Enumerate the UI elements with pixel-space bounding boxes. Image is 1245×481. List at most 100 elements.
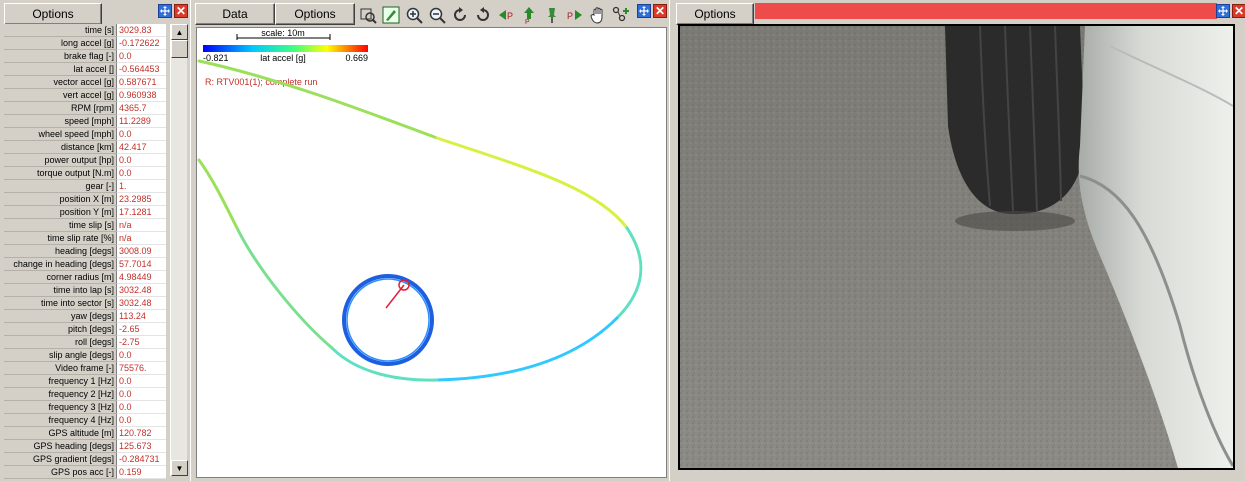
channel-row[interactable]: time [s] 3029.83 bbox=[4, 24, 166, 37]
channel-label: pitch [degs] bbox=[4, 323, 116, 336]
pin-icon[interactable] bbox=[542, 5, 562, 25]
channel-value: 0.960938 bbox=[116, 89, 166, 102]
zoom-box-icon[interactable] bbox=[358, 5, 378, 25]
channel-value: 0.0 bbox=[116, 167, 166, 180]
channel-label: roll [degs] bbox=[4, 336, 116, 349]
video-position-bar[interactable] bbox=[755, 3, 1217, 19]
zoom-in-icon[interactable] bbox=[404, 5, 424, 25]
move-icon bbox=[639, 6, 649, 16]
channel-scrollbar[interactable]: ▲ ▼ bbox=[170, 24, 188, 476]
channel-value: -2.65 bbox=[116, 323, 166, 336]
channel-row[interactable]: brake flag [-] 0.0 bbox=[4, 50, 166, 63]
channel-label: vert accel [g] bbox=[4, 89, 116, 102]
channel-value: 120.782 bbox=[116, 427, 166, 440]
channel-row[interactable]: GPS heading [degs] 125.673 bbox=[4, 440, 166, 453]
close-panel-button[interactable]: ✕ bbox=[1232, 4, 1245, 18]
close-panel-button[interactable]: ✕ bbox=[653, 4, 667, 18]
track-map[interactable]: scale: 10m -0.821 lat accel [g] 0.669 R:… bbox=[196, 27, 667, 478]
channel-row[interactable]: long accel [g] -0.172622 bbox=[4, 37, 166, 50]
colorbar-max: 0.669 bbox=[345, 53, 368, 63]
channel-row[interactable]: time into sector [s] 3032.48 bbox=[4, 297, 166, 310]
rotate-ccw-icon[interactable] bbox=[473, 5, 493, 25]
options-button[interactable]: Options bbox=[4, 3, 102, 25]
data-button[interactable]: Data bbox=[195, 3, 275, 25]
scroll-up-arrow-icon[interactable]: ▲ bbox=[171, 24, 188, 40]
hand-icon[interactable] bbox=[588, 5, 608, 25]
step-back-icon[interactable]: P bbox=[496, 5, 516, 25]
channel-value: -0.564453 bbox=[116, 63, 166, 76]
step-forward-icon[interactable]: P bbox=[565, 5, 585, 25]
pen-icon[interactable] bbox=[381, 5, 401, 25]
channel-label: long accel [g] bbox=[4, 37, 116, 50]
channel-value: 4365.7 bbox=[116, 102, 166, 115]
video-frame[interactable] bbox=[678, 24, 1235, 470]
channel-value: 0.0 bbox=[116, 50, 166, 63]
video-options-button[interactable]: Options bbox=[676, 3, 754, 25]
scroll-thumb[interactable] bbox=[171, 40, 188, 58]
channel-label: frequency 2 [Hz] bbox=[4, 388, 116, 401]
channel-row[interactable]: lat accel [] -0.564453 bbox=[4, 63, 166, 76]
channel-row[interactable]: GPS altitude [m] 120.782 bbox=[4, 427, 166, 440]
channel-row[interactable]: frequency 3 [Hz] 0.0 bbox=[4, 401, 166, 414]
channel-row[interactable]: vert accel [g] 0.960938 bbox=[4, 89, 166, 102]
move-panel-button[interactable] bbox=[637, 4, 651, 18]
svg-text:P: P bbox=[525, 19, 530, 24]
move-icon bbox=[160, 6, 170, 16]
rotate-cw-icon[interactable] bbox=[450, 5, 470, 25]
channel-value: 3008.09 bbox=[116, 245, 166, 258]
colorbar-title: lat accel [g] bbox=[260, 53, 306, 63]
close-panel-button[interactable]: ✕ bbox=[174, 4, 188, 18]
channel-row[interactable]: position Y [m] 17.1281 bbox=[4, 206, 166, 219]
close-icon: ✕ bbox=[1233, 4, 1245, 18]
channel-label: frequency 3 [Hz] bbox=[4, 401, 116, 414]
channel-row[interactable]: time slip rate [%] n/a bbox=[4, 232, 166, 245]
channel-label: power output [hp] bbox=[4, 154, 116, 167]
channel-row[interactable]: time slip [s] n/a bbox=[4, 219, 166, 232]
zoom-out-icon[interactable] bbox=[427, 5, 447, 25]
move-panel-button[interactable] bbox=[158, 4, 172, 18]
channel-row[interactable]: GPS pos acc [-] 0.159 bbox=[4, 466, 166, 479]
channel-row[interactable]: pitch [degs] -2.65 bbox=[4, 323, 166, 336]
channel-list: time [s] 3029.83 long accel [g] -0.172622 br… bbox=[4, 24, 166, 480]
channel-row[interactable]: frequency 4 [Hz] 0.0 bbox=[4, 414, 166, 427]
channel-row[interactable]: vector accel [g] 0.587671 bbox=[4, 76, 166, 89]
map-options-button[interactable]: Options bbox=[275, 3, 355, 25]
channel-row[interactable]: speed [mph] 11.2289 bbox=[4, 115, 166, 128]
channel-row[interactable]: change in heading [degs] 57.7014 bbox=[4, 258, 166, 271]
channel-value: -0.172622 bbox=[116, 37, 166, 50]
scroll-down-arrow-icon[interactable]: ▼ bbox=[171, 460, 188, 476]
channel-row[interactable]: frequency 2 [Hz] 0.0 bbox=[4, 388, 166, 401]
channel-row[interactable]: GPS gradient [degs] -0.284731 bbox=[4, 453, 166, 466]
channel-row[interactable]: slip angle [degs] 0.0 bbox=[4, 349, 166, 362]
channel-row[interactable]: power output [hp] 0.0 bbox=[4, 154, 166, 167]
channel-row[interactable]: Video frame [-] 75576. bbox=[4, 362, 166, 375]
channel-row[interactable]: gear [-] 1. bbox=[4, 180, 166, 193]
channel-row[interactable]: position X [m] 23.2985 bbox=[4, 193, 166, 206]
channel-value: 23.2985 bbox=[116, 193, 166, 206]
channel-label: GPS gradient [degs] bbox=[4, 453, 116, 466]
channel-row[interactable]: RPM [rpm] 4365.7 bbox=[4, 102, 166, 115]
channel-row[interactable]: time into lap [s] 3032.48 bbox=[4, 284, 166, 297]
channel-label: speed [mph] bbox=[4, 115, 116, 128]
channel-row[interactable]: torque output [N.m] 0.0 bbox=[4, 167, 166, 180]
channel-row[interactable]: heading [degs] 3008.09 bbox=[4, 245, 166, 258]
channel-label: gear [-] bbox=[4, 180, 116, 193]
move-panel-button[interactable] bbox=[1216, 4, 1230, 18]
channel-label: position Y [m] bbox=[4, 206, 116, 219]
map-toolbar: Data Options P P P ✕ bbox=[192, 3, 667, 27]
channel-value: 75576. bbox=[116, 362, 166, 375]
channel-value: n/a bbox=[116, 232, 166, 245]
channel-row[interactable]: frequency 1 [Hz] 0.0 bbox=[4, 375, 166, 388]
move-icon bbox=[1218, 6, 1228, 16]
channel-row[interactable]: wheel speed [mph] 0.0 bbox=[4, 128, 166, 141]
channel-value: 0.159 bbox=[116, 466, 166, 479]
channel-row[interactable]: distance [km] 42.417 bbox=[4, 141, 166, 154]
up-arrow-icon[interactable]: P bbox=[519, 5, 539, 25]
channel-row[interactable]: roll [degs] -2.75 bbox=[4, 336, 166, 349]
node-add-icon[interactable] bbox=[611, 5, 631, 25]
video-panel: Options ✕ bbox=[671, 0, 1245, 481]
channel-value: 42.417 bbox=[116, 141, 166, 154]
channel-row[interactable]: corner radius [m] 4.98449 bbox=[4, 271, 166, 284]
channel-row[interactable]: yaw [degs] 113.24 bbox=[4, 310, 166, 323]
channel-label: frequency 4 [Hz] bbox=[4, 414, 116, 427]
